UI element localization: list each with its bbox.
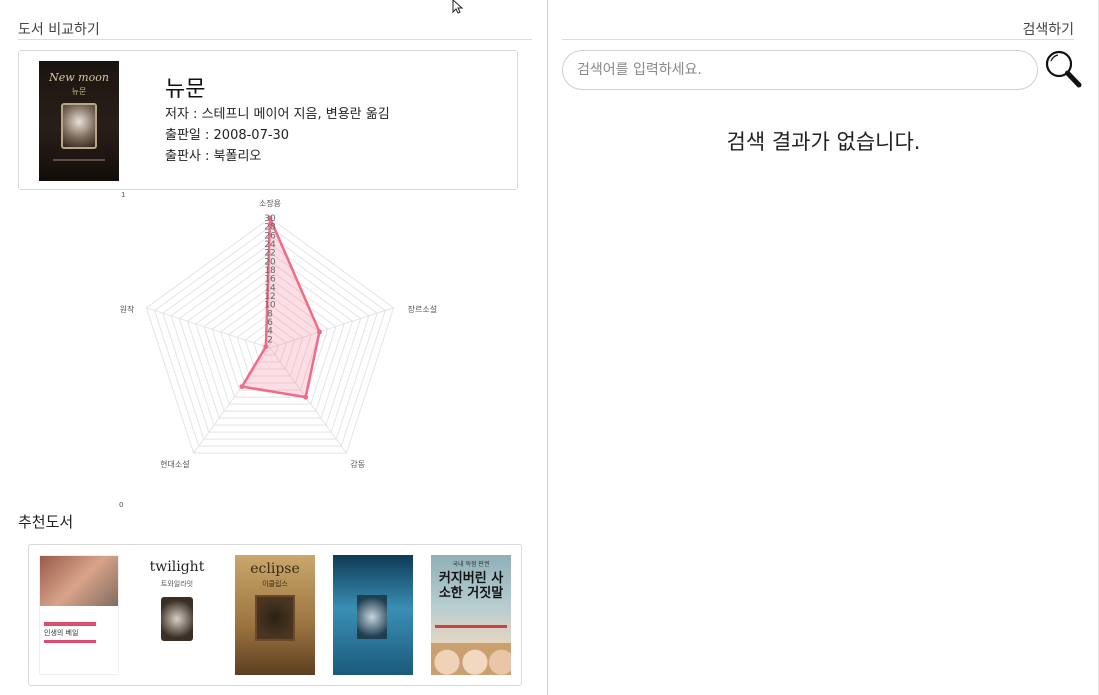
cover-art (431, 643, 511, 675)
recommend-book-5-subtitle: 국내 독점 판권 (452, 561, 490, 568)
recommend-book-4[interactable] (333, 555, 413, 675)
cover-stripe (44, 622, 96, 626)
book-author: 저자 : 스테프니 메이어 지음, 변용란 옮김 (165, 107, 390, 122)
book-publisher: 출판사 : 북폴리오 (165, 149, 262, 164)
recommend-book-3-subtitle: 이클립스 (262, 580, 288, 588)
cover-art (357, 595, 387, 639)
recommend-book-2[interactable]: twilight 트와일라잇 (137, 555, 217, 675)
radar-tick-label: 18 (264, 266, 276, 276)
recommend-book-2-title: twilight (149, 559, 205, 575)
book-publish-date: 출판일 : 2008-07-30 (165, 128, 290, 143)
radar-corner-label: 1 (121, 191, 125, 199)
cover-stripe (44, 640, 96, 643)
cover-art (61, 103, 97, 149)
radar-point (316, 329, 322, 335)
radar-tick-label: 28 (264, 223, 276, 233)
radar-tick-label: 20 (264, 257, 276, 267)
recommend-book-5[interactable]: 국내 독점 판권 커지버린 사소한 거짓말 (431, 555, 511, 675)
cover-art (255, 595, 295, 641)
empty-result-message: 검색 결과가 없습니다. (726, 130, 921, 154)
radar-tick-label: 14 (264, 283, 276, 293)
compare-title: 도서 비교하기 (18, 22, 100, 38)
compare-pane: 도서 비교하기 New moon 뉴문 뉴문 저자 : 스테프니 메이어 지음,… (0, 0, 548, 695)
cover-art (40, 556, 118, 606)
cover-fineprint (53, 159, 105, 161)
radar-tick-label: 16 (264, 275, 276, 285)
radar-tick-label: 10 (264, 301, 276, 311)
search-header: 검색하기 (562, 18, 1074, 40)
search-input[interactable] (562, 50, 1038, 90)
radar-tick-label: 26 (264, 231, 276, 241)
radar-axis-label: 소장용 (259, 198, 281, 208)
mouse-cursor-icon (452, 0, 464, 14)
cover-title-ko: 뉴문 (71, 87, 87, 96)
radar-tick-label: 22 (264, 249, 275, 259)
radar-corner-label: 0 (119, 501, 123, 508)
search-button[interactable] (1042, 48, 1084, 90)
radar-tick-label: 30 (264, 214, 276, 224)
book-cover: New moon 뉴문 (39, 61, 119, 181)
cover-title-en: New moon (49, 71, 109, 84)
cover-stripe (435, 625, 507, 628)
recommend-book-2-subtitle: 트와일라잇 (160, 580, 194, 588)
radar-axis-label: 감동 (350, 459, 365, 469)
radar-tick-label: 24 (264, 240, 276, 250)
compare-header: 도서 비교하기 (18, 18, 532, 40)
book-title: 뉴문 (165, 77, 206, 102)
radar-point (239, 384, 245, 390)
cover-art (161, 597, 193, 641)
radar-point (303, 394, 309, 400)
radar-tick-label: 4 (267, 327, 273, 337)
recommend-list: 인생의 베일 twilight 트와일라잇 eclipse 이클립스 국내 독점… (28, 544, 522, 686)
radar-axis-label: 원작 (120, 304, 135, 314)
radar-chart: 24681012141618202224262830소장용장르소설감동현대소설원… (119, 191, 437, 508)
selected-book-card: New moon 뉴문 뉴문 저자 : 스테프니 메이어 지음, 변용란 옮김 … (18, 50, 518, 190)
radar-tick-label: 8 (267, 309, 273, 319)
radar-tick-label: 12 (264, 292, 275, 302)
radar-axis-label: 장르소설 (408, 304, 437, 314)
recommend-book-1[interactable]: 인생의 베일 (39, 555, 119, 675)
radar-axis-label: 현대소설 (160, 459, 189, 469)
recommend-book-3[interactable]: eclipse 이클립스 (235, 555, 315, 675)
radar-tick-label: 2 (267, 335, 273, 345)
magnifier-icon (1045, 50, 1082, 88)
recommend-book-5-title: 커지버린 사소한 거짓말 (438, 571, 504, 601)
search-pane: 검색하기 검색 결과가 없습니다. (548, 0, 1099, 695)
recommend-title: 추천도서 (18, 513, 74, 531)
recommend-book-3-title: eclipse (250, 561, 300, 577)
search-title: 검색하기 (1022, 22, 1074, 38)
recommend-book-1-title: 인생의 베일 (44, 629, 79, 637)
radar-tick-label: 6 (267, 318, 273, 328)
